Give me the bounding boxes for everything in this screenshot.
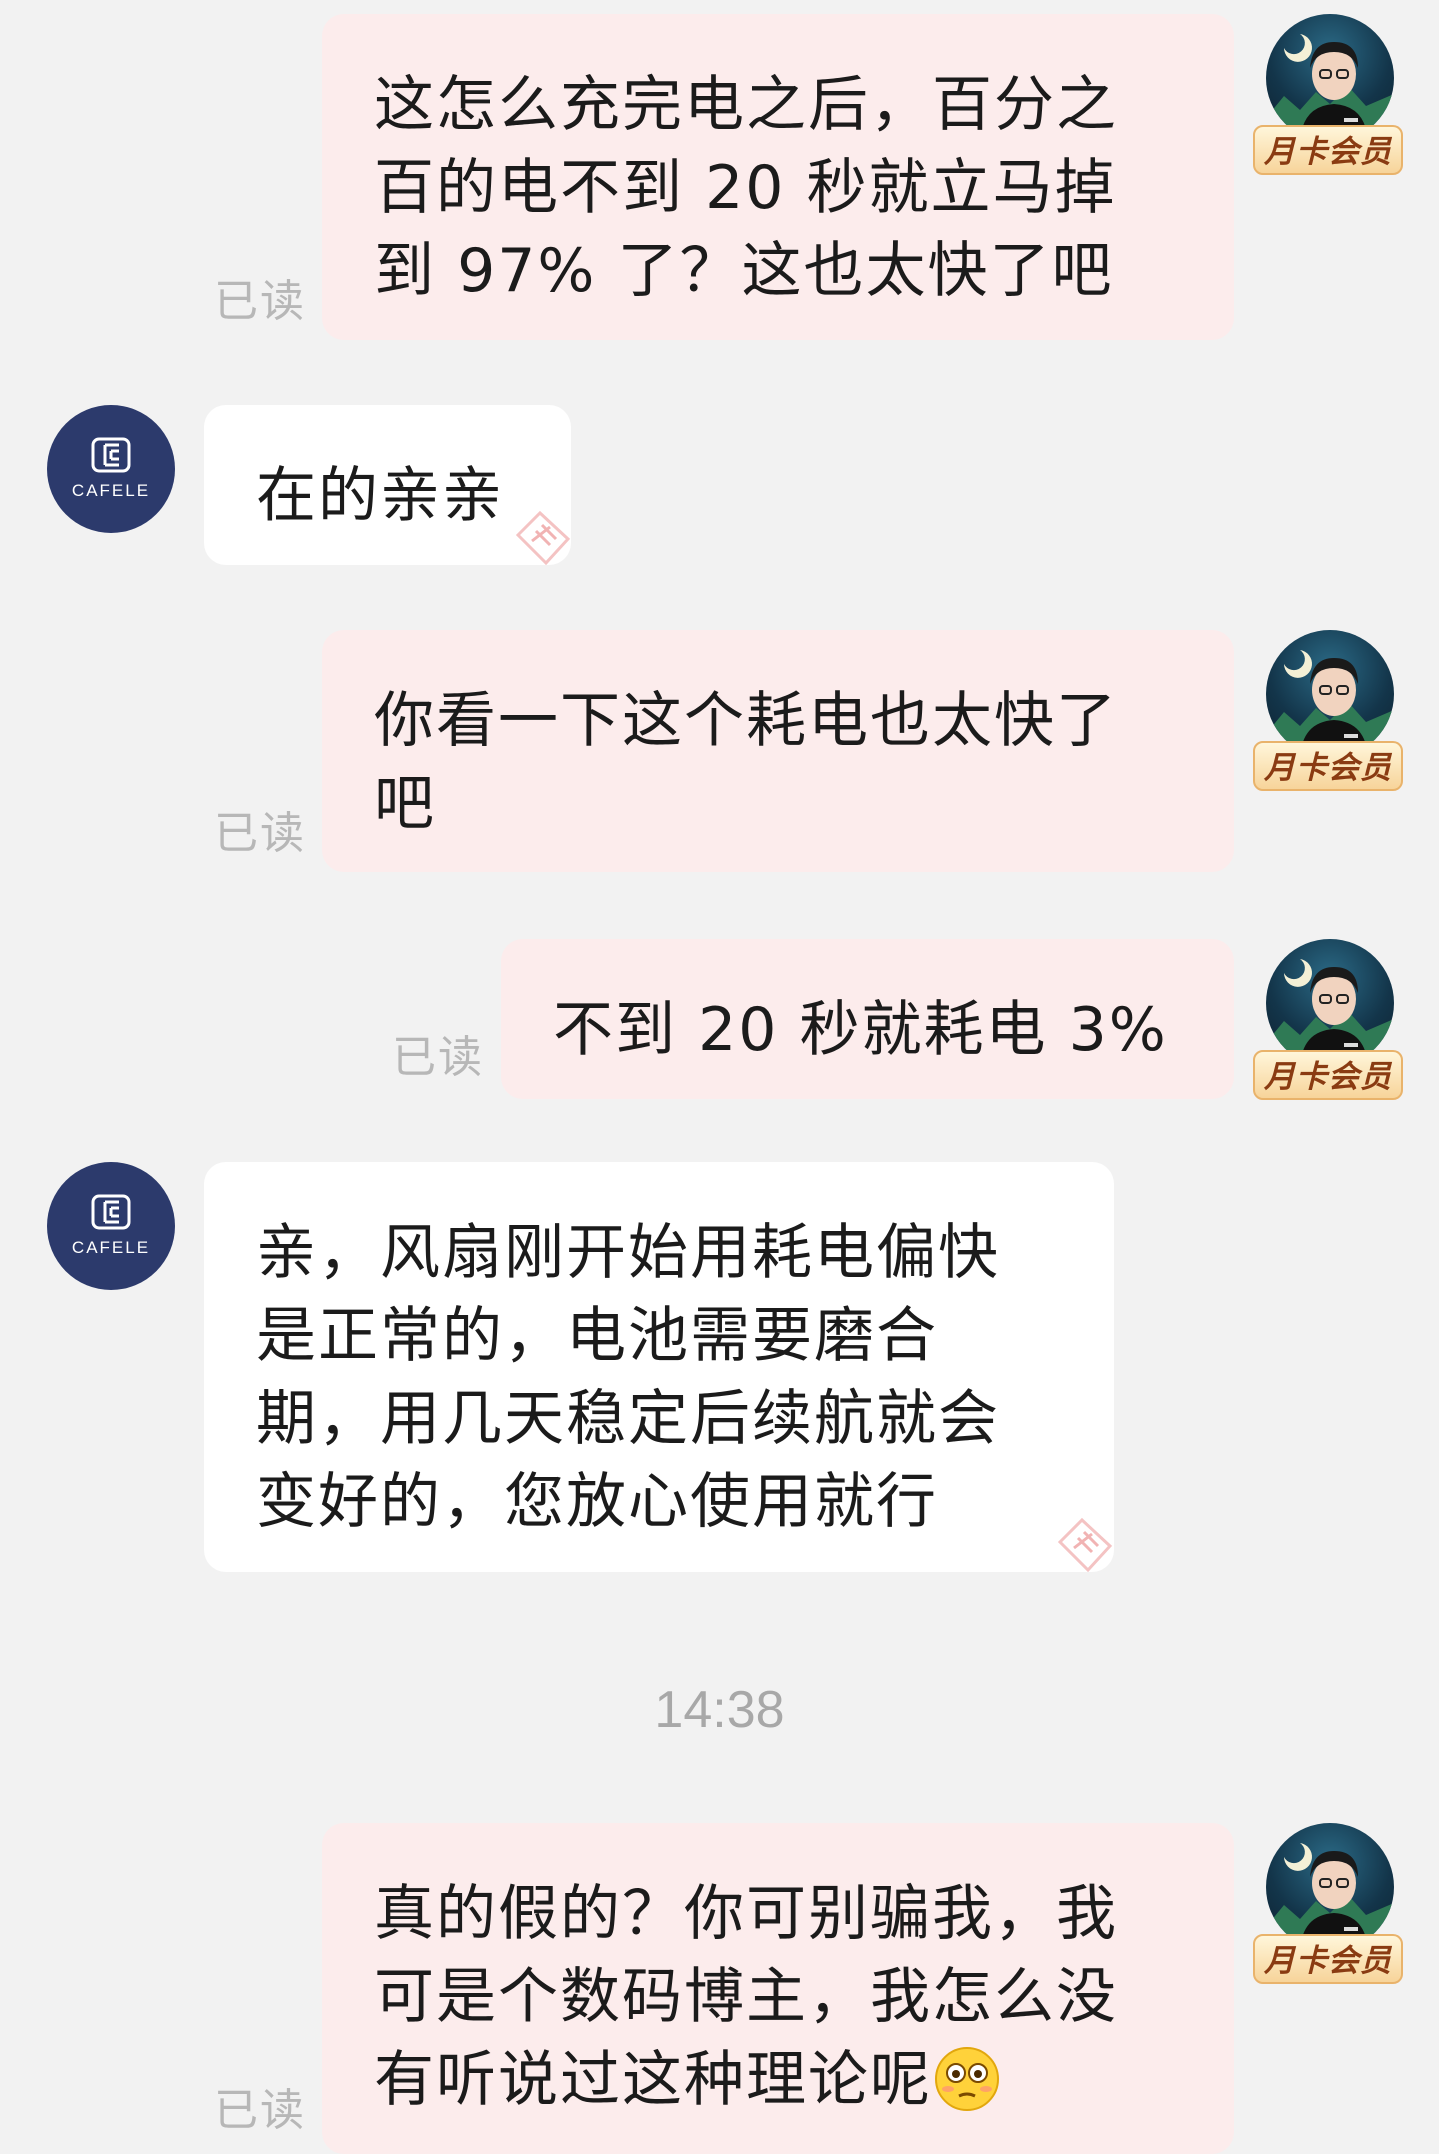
- message-text-fragment: 有听说过这种理论呢: [374, 2045, 932, 2115]
- message-text-line: 你看一下这个耗电也太快了: [374, 686, 1118, 756]
- message-text-line: 变好的，您放心使用就行: [256, 1467, 938, 1537]
- message-text-line: 吧: [374, 769, 436, 839]
- message-text-line: 有听说过这种理论呢: [374, 2039, 1184, 2122]
- user-avatar-image: [1266, 1823, 1394, 1951]
- message-text-line: 是正常的，电池需要磨合: [256, 1301, 938, 1371]
- read-receipt: 已读: [214, 808, 306, 859]
- user-avatar[interactable]: 月卡会员: [1253, 630, 1403, 800]
- cafele-logo-icon: [91, 1194, 131, 1230]
- shop-name-label: CAFELE: [71, 481, 151, 500]
- user-avatar-image: [1266, 630, 1394, 758]
- monthly-member-badge: 月卡会员: [1253, 125, 1403, 175]
- message-bubble-outgoing[interactable]: 这怎么充完电之后，百分之 百的电不到 20 秒就立马掉 到 97% 了？这也太快…: [322, 14, 1234, 340]
- message-bubble-incoming[interactable]: 亲，风扇刚开始用耗电偏快 是正常的，电池需要磨合 期，用几天稳定后续航就会 变好…: [204, 1162, 1114, 1572]
- message-bubble-incoming[interactable]: 在的亲亲: [204, 405, 571, 565]
- shop-name-label: CAFELE: [71, 1238, 151, 1257]
- message-bubble-outgoing[interactable]: 不到 20 秒就耗电 3%: [501, 939, 1234, 1099]
- message-text-line: 不到 20 秒就耗电 3%: [553, 995, 1168, 1065]
- message-text-line: 在的亲亲: [256, 461, 504, 531]
- user-avatar[interactable]: 月卡会员: [1253, 1823, 1403, 1993]
- shop-avatar[interactable]: CAFELE: [47, 405, 175, 533]
- message-text-line: 到 97% 了？这也太快了吧: [374, 236, 1114, 306]
- cafele-logo-icon: [91, 437, 131, 473]
- monthly-member-badge: 月卡会员: [1253, 741, 1403, 791]
- auto-reply-stamp-icon: [515, 510, 571, 565]
- user-avatar-image: [1266, 14, 1394, 142]
- flushed-face-emoji-icon: [935, 2047, 999, 2111]
- shop-avatar[interactable]: CAFELE: [47, 1162, 175, 1290]
- message-text-line: 可是个数码博主，我怎么没: [374, 1962, 1118, 2032]
- message-text-line: 期，用几天稳定后续航就会: [256, 1384, 1000, 1454]
- message-text-line: 亲，风扇刚开始用耗电偏快: [256, 1218, 1000, 1288]
- user-avatar[interactable]: 月卡会员: [1253, 939, 1403, 1109]
- monthly-member-badge: 月卡会员: [1253, 1050, 1403, 1100]
- message-text-line: 真的假的？你可别骗我，我: [374, 1879, 1118, 1949]
- message-text-line: 这怎么充完电之后，百分之: [374, 70, 1118, 140]
- read-receipt: 已读: [392, 1032, 484, 1083]
- monthly-member-badge: 月卡会员: [1253, 1934, 1403, 1984]
- read-receipt: 已读: [214, 2085, 306, 2136]
- chat-thread: 已读 这怎么充完电之后，百分之 百的电不到 20 秒就立马掉 到 97% 了？这…: [0, 0, 1439, 2154]
- user-avatar[interactable]: 月卡会员: [1253, 14, 1403, 184]
- message-text-line: 百的电不到 20 秒就立马掉: [374, 153, 1117, 223]
- auto-reply-stamp-icon: [1057, 1517, 1113, 1572]
- message-bubble-outgoing[interactable]: 你看一下这个耗电也太快了 吧: [322, 630, 1234, 872]
- read-receipt: 已读: [214, 276, 306, 327]
- message-bubble-outgoing[interactable]: 真的假的？你可别骗我，我 可是个数码博主，我怎么没 有听说过这种理论呢: [322, 1823, 1234, 2154]
- timestamp-divider: 14:38: [654, 1681, 785, 1739]
- user-avatar-image: [1266, 939, 1394, 1067]
